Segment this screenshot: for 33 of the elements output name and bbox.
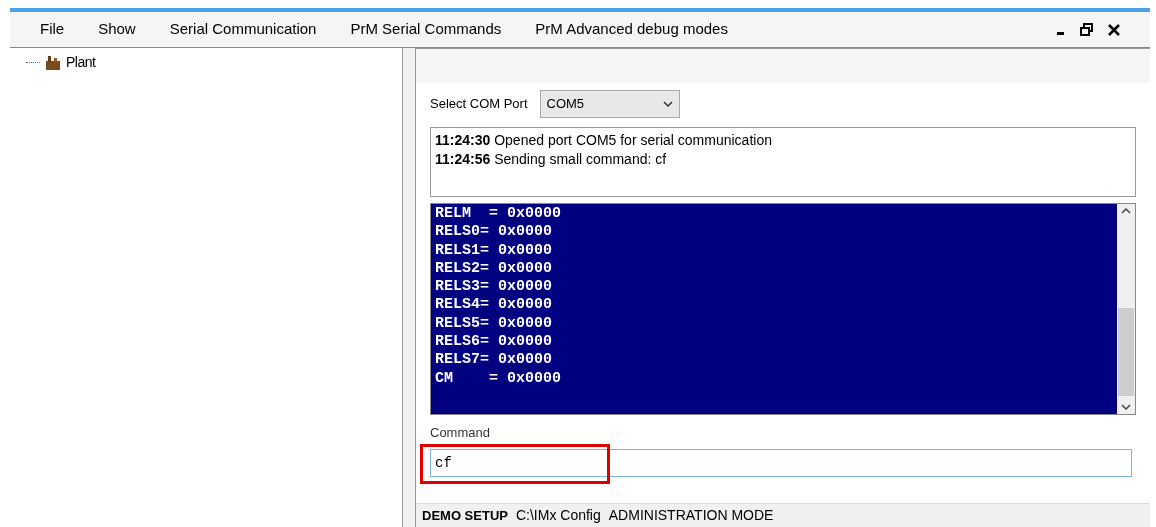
menu-item[interactable]: Show <box>98 18 136 41</box>
status-setup: DEMO SETUP <box>422 506 508 525</box>
log-line: 11:24:30 Opened port COM5 for serial communication <box>435 131 773 150</box>
tree-item[interactable]: Plant <box>66 52 96 73</box>
status-path: C:\IMx Config <box>515 506 601 525</box>
console-line: RELS1= 0x0000 <box>435 241 554 260</box>
console-line: RELS5= 0x0000 <box>435 314 554 334</box>
console-line: RELS3= 0x0000 <box>435 278 554 297</box>
menu-item[interactable]: PrM Advanced debug modes <box>535 18 728 41</box>
scroll-down-icon[interactable] <box>1121 404 1131 410</box>
com-port-dropdown[interactable]: COM5 <box>539 90 680 118</box>
menu-item[interactable]: Serial Communication <box>169 18 317 41</box>
console-line: RELS6= 0x0000 <box>435 333 554 352</box>
status-mode: ADMINISTRATION MODE <box>608 506 774 525</box>
console-line: RELS2= 0x0000 <box>435 259 554 279</box>
close-icon[interactable] <box>1108 23 1120 36</box>
scrollbar-thumb[interactable] <box>1118 308 1134 396</box>
menu-item[interactable]: File <box>40 18 65 41</box>
menu-item[interactable]: PrM Serial Commands <box>350 18 502 41</box>
com-port-label: Select COM Port <box>430 95 528 114</box>
scrollbar[interactable] <box>1117 204 1135 414</box>
console-line: RELM = 0x0000 <box>435 205 563 224</box>
console-line: RELS0= 0x0000 <box>435 223 554 242</box>
scroll-up-icon[interactable] <box>1121 208 1131 214</box>
command-label: Command <box>430 424 491 442</box>
command-field[interactable]: cf <box>430 448 1132 477</box>
console-line: RELS7= 0x0000 <box>435 351 554 370</box>
chevron-down-icon <box>662 101 673 107</box>
plant-icon <box>44 54 62 71</box>
console-line: CM = 0x0000 <box>435 369 563 388</box>
console-line: RELS4= 0x0000 <box>435 296 554 315</box>
log-line: 11:24:56 Sending small command: cf <box>435 150 668 169</box>
restore-icon[interactable] <box>1080 23 1094 36</box>
